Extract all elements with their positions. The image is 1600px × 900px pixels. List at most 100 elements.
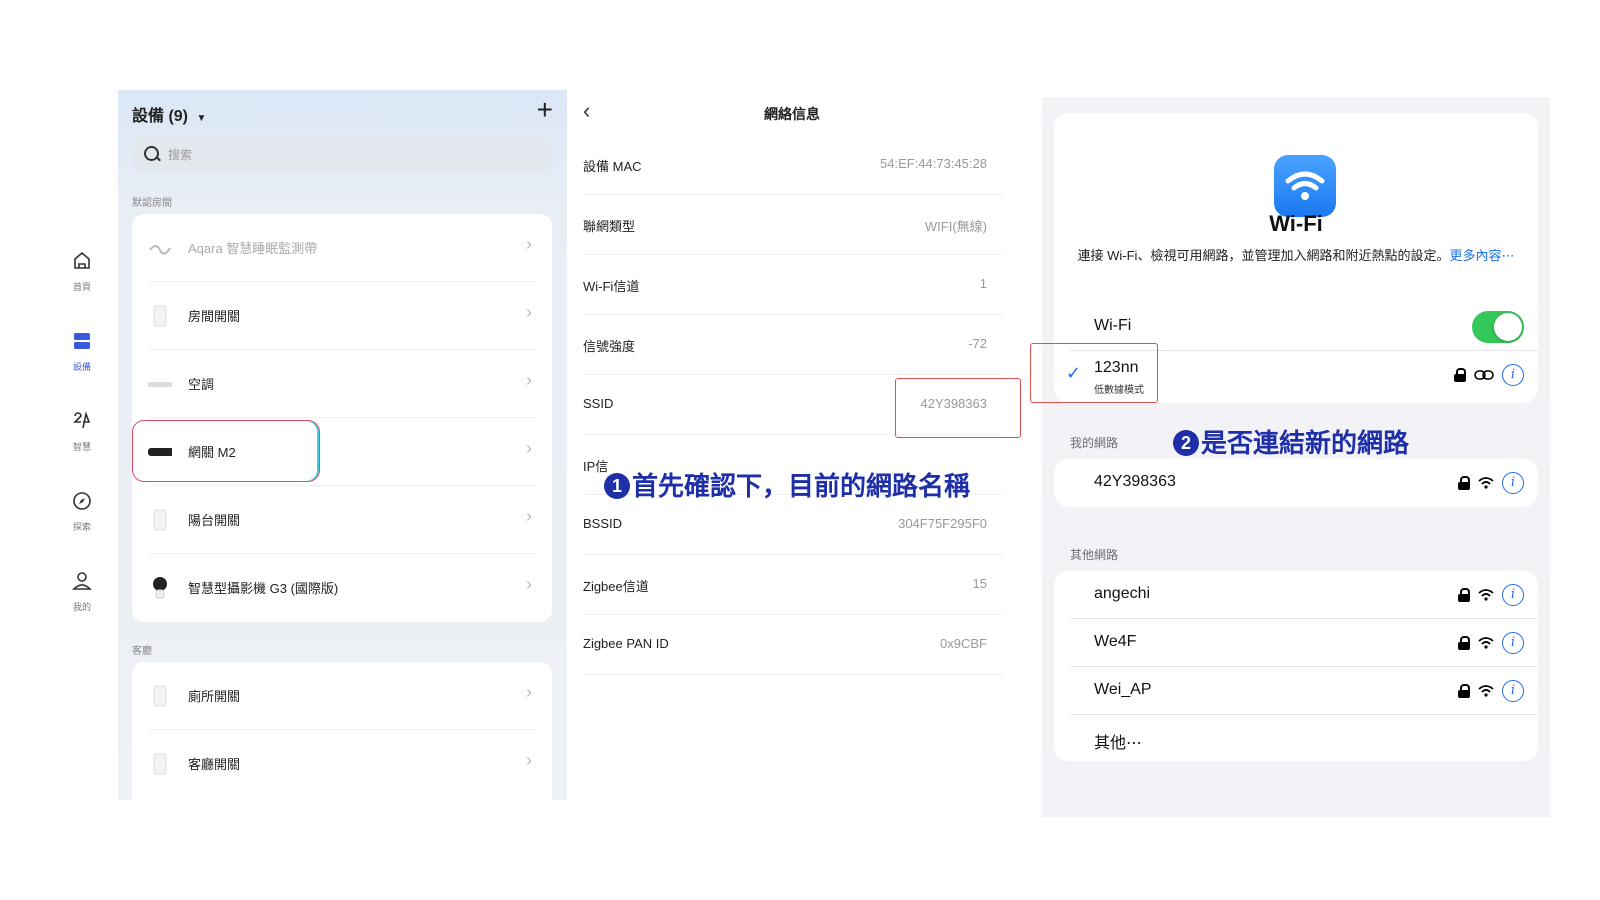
- row-value: WIFI(無線): [924, 219, 987, 234]
- info-button[interactable]: i: [1502, 680, 1524, 702]
- network-info-title: 網絡信息: [764, 106, 820, 122]
- step-2-badge: 2: [1173, 430, 1199, 456]
- wifi-description: 連接 Wi-Fi、檢視可用網路，並管理加入網路和附近熱點的設定。更多內容⋯: [1070, 245, 1522, 266]
- row-value: 0x9CBF: [940, 636, 987, 651]
- device-row-camera-g3[interactable]: 智慧型攝影機 G3 (國際版) ›: [132, 554, 552, 622]
- my-networks-label: 我的網路: [1070, 436, 1119, 450]
- other-network-label: 其他⋯: [1094, 735, 1143, 752]
- info-button[interactable]: i: [1502, 584, 1524, 606]
- sleep-monitor-thumb: [149, 245, 171, 255]
- wifi-toggle[interactable]: [1472, 311, 1524, 343]
- air-conditioner-thumb: [148, 382, 172, 387]
- chevron-right-icon: ›: [526, 302, 532, 322]
- device-row-room-switch[interactable]: 房間開關 ›: [132, 282, 552, 350]
- chevron-right-icon: ›: [526, 438, 532, 458]
- wifi-signal-icon: [1478, 637, 1494, 649]
- my-networks-card: 42Y398363 i: [1054, 459, 1538, 507]
- step-1-text: 首先確認下，目前的網路名稱: [632, 471, 971, 501]
- search-input[interactable]: 搜索: [132, 137, 552, 171]
- camera-thumb: [153, 577, 167, 599]
- home-icon: [74, 251, 90, 269]
- ssid-highlight-box: [895, 378, 1021, 438]
- row-device-mac: 設備 MAC 54:EF:44:73:45:28: [583, 134, 1003, 195]
- row-zigbee-pan-id: Zigbee PAN ID 0x9CBF: [583, 614, 1003, 675]
- search-icon: [144, 146, 159, 161]
- device-row-ac[interactable]: 空調 ›: [132, 350, 552, 418]
- wifi-signal-icon: [1478, 685, 1494, 697]
- device-name: 陽台開關: [188, 513, 241, 528]
- chevron-right-icon: ›: [526, 370, 532, 390]
- annotation-step-1: 1 首先確認下，目前的網路名稱: [604, 466, 970, 503]
- info-button[interactable]: i: [1502, 632, 1524, 654]
- nav-explore[interactable]: 探索: [62, 490, 102, 533]
- user-icon: [72, 572, 92, 590]
- row-wifi-channel: Wi-Fi信道 1: [583, 254, 1003, 315]
- row-key: SSID: [583, 396, 614, 411]
- hotspot-link-icon: [1474, 370, 1494, 380]
- device-card-default: Aqara 智慧睡眠監測帶 › 房間開關 › 空調 › 網關 M2 › 陽台開關…: [132, 214, 552, 622]
- wall-switch-thumb: [153, 509, 167, 531]
- other-network-row[interactable]: 其他⋯: [1054, 715, 1538, 763]
- nav-me[interactable]: 我的: [62, 570, 102, 613]
- row-value: -72: [968, 336, 987, 351]
- network-row[interactable]: angechi i: [1054, 571, 1538, 619]
- row-key: 聯網類型: [583, 219, 636, 234]
- row-key: BSSID: [583, 516, 623, 531]
- row-value: 304F75F295F0: [898, 516, 987, 531]
- search-placeholder: 搜索: [168, 148, 193, 162]
- gateway-highlight-box: [132, 420, 320, 482]
- network-name: We4F: [1094, 633, 1137, 650]
- devices-icon: [74, 333, 90, 349]
- device-row-balcony-switch[interactable]: 陽台開關 ›: [132, 486, 552, 554]
- connected-highlight-box: [1030, 343, 1158, 403]
- step-2-text: 是否連結新的網路: [1201, 428, 1410, 458]
- chevron-right-icon: ›: [526, 682, 532, 702]
- nav-me-label: 我的: [72, 602, 91, 612]
- devices-panel: 設備 (9) ▼ + 搜索 默認房間 Aqara 智慧睡眠監測帶 › 房間開關 …: [118, 90, 567, 800]
- row-key: Zigbee PAN ID: [583, 636, 669, 651]
- row-key: 信號強度: [583, 339, 636, 354]
- network-info-panel: ‹ 網絡信息 設備 MAC 54:EF:44:73:45:28 聯網類型 WIF…: [567, 90, 1021, 800]
- nav-automation[interactable]: 智慧: [62, 410, 102, 453]
- row-value: 54:EF:44:73:45:28: [880, 156, 987, 171]
- device-name: 智慧型攝影機 G3 (國際版): [188, 581, 339, 596]
- lock-icon: [1458, 588, 1470, 602]
- device-row-toilet-switch[interactable]: 廁所開關 ›: [132, 662, 552, 730]
- network-row[interactable]: Wei_AP i: [1054, 667, 1538, 715]
- nav-automation-label: 智慧: [72, 442, 91, 452]
- device-name: 客廳開關: [188, 757, 241, 772]
- wifi-heading: Wi-Fi: [1269, 211, 1323, 236]
- network-row[interactable]: 42Y398363 i: [1054, 459, 1538, 507]
- wifi-signal-icon: [1478, 589, 1494, 601]
- wifi-signal-icon: [1478, 477, 1494, 489]
- network-name: angechi: [1094, 585, 1151, 602]
- network-name: 42Y398363: [1094, 473, 1176, 490]
- device-row-sleep-monitor[interactable]: Aqara 智慧睡眠監測帶 ›: [132, 214, 552, 282]
- info-button[interactable]: i: [1502, 364, 1524, 386]
- info-button[interactable]: i: [1502, 472, 1524, 494]
- device-card-living: 廁所開關 › 客廳開關 ›: [132, 662, 552, 800]
- wall-switch-thumb: [153, 753, 167, 775]
- row-key: Zigbee信道: [583, 579, 649, 594]
- devices-dropdown[interactable]: 設備 (9) ▼: [132, 102, 206, 126]
- devices-title: 設備 (9): [132, 108, 189, 125]
- row-key: Wi-Fi信道: [583, 279, 640, 294]
- more-link[interactable]: 更多內容⋯: [1449, 248, 1514, 263]
- group-living-room: 客廳: [132, 646, 152, 657]
- add-device-button[interactable]: +: [537, 94, 553, 126]
- device-name: 廁所開關: [188, 689, 241, 704]
- nav-devices[interactable]: 設備: [62, 330, 102, 373]
- row-value: 1: [979, 276, 987, 291]
- wall-switch-thumb: [153, 685, 167, 707]
- device-row-living-switch[interactable]: 客廳開關 ›: [132, 730, 552, 798]
- chevron-down-icon: ▼: [196, 113, 207, 124]
- network-row[interactable]: We4F i: [1054, 619, 1538, 667]
- device-name: 房間開關: [188, 309, 241, 324]
- row-connection-type: 聯網類型 WIFI(無線): [583, 194, 1003, 255]
- row-zigbee-channel: Zigbee信道 15: [583, 554, 1003, 615]
- nav-home[interactable]: 首頁: [62, 250, 102, 293]
- wifi-toggle-label: Wi-Fi: [1094, 317, 1132, 334]
- wifi-app-icon: [1274, 155, 1336, 217]
- other-networks-card: angechi i We4F i Wei_AP i 其他⋯: [1054, 571, 1538, 761]
- row-bssid: BSSID 304F75F295F0: [583, 494, 1003, 555]
